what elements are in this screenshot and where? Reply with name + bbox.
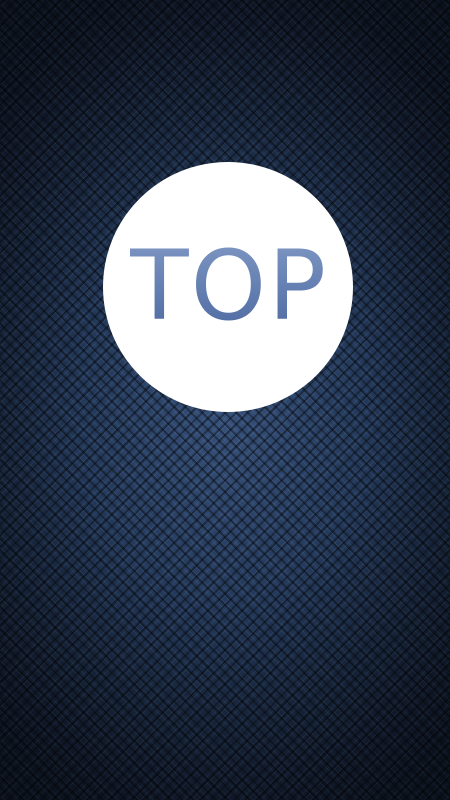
app-logo: TOP bbox=[103, 162, 353, 412]
logo-text: TOP bbox=[129, 230, 329, 342]
